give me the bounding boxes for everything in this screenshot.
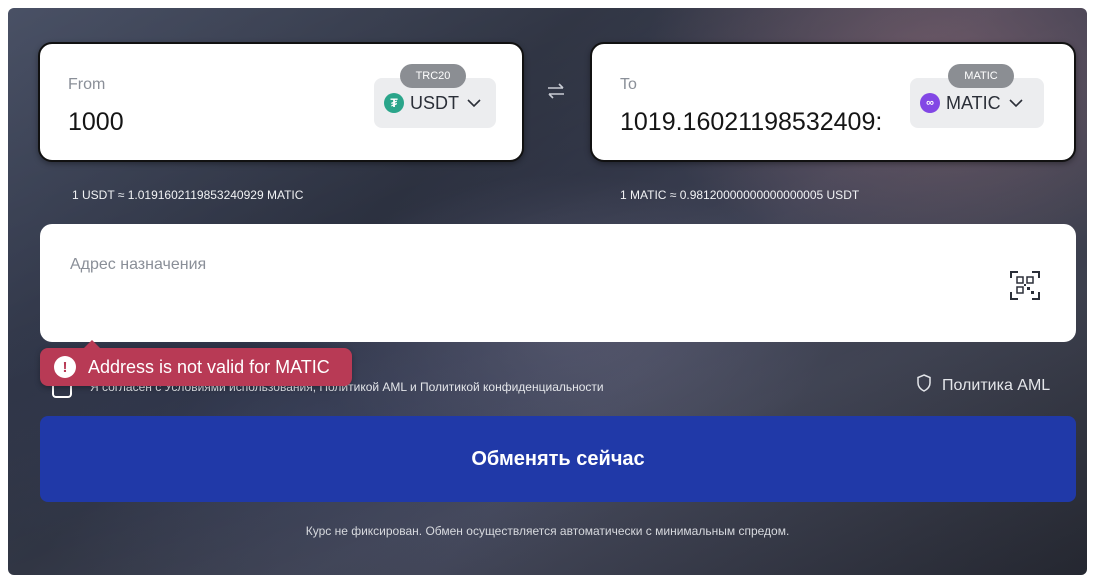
destination-address-field[interactable]: Адрес назначения (40, 224, 1076, 342)
chevron-down-icon (467, 95, 481, 111)
rate-disclaimer: Курс не фиксирован. Обмен осуществляется… (305, 524, 790, 538)
from-token-label: USDT (410, 92, 459, 113)
aml-policy-link[interactable]: Политика AML (916, 374, 1050, 397)
to-label: To (620, 76, 637, 93)
aml-policy-label: Политика AML (942, 376, 1051, 394)
chevron-down-icon (1009, 95, 1023, 111)
from-rate-text: 1 USDT ≈ 1.0191602119853240929 MATIC (72, 188, 304, 202)
to-rate-text: 1 MATIC ≈ 0.98120000000000000005 USDT (620, 188, 860, 202)
matic-coin-icon: ∞ (920, 93, 940, 113)
exchange-now-button[interactable]: Обменять сейчас (40, 416, 1076, 502)
address-error-tooltip: ! Address is not valid for MATIC (40, 340, 352, 386)
address-error-message: Address is not valid for MATIC (88, 356, 330, 377)
from-network-badge: TRC20 (400, 64, 466, 88)
qr-scan-icon[interactable] (1006, 266, 1044, 304)
to-amount-card: To 1019.16021198532409: ∞ MATIC MATIC (590, 42, 1076, 162)
shield-icon (916, 374, 932, 397)
from-amount-input[interactable]: 1000 (68, 108, 328, 137)
to-amount-output: 1019.16021198532409: (620, 108, 883, 136)
swap-direction-icon[interactable] (546, 82, 566, 105)
to-token-label: MATIC (946, 92, 1001, 113)
usdt-coin-icon: ₮ (384, 93, 404, 113)
address-placeholder: Адрес назначения (70, 256, 207, 273)
to-network-badge: MATIC (948, 64, 1014, 88)
from-amount-card: From 1000 ₮ USDT TRC20 (38, 42, 524, 162)
from-label: From (68, 76, 106, 93)
exchange-panel: From 1000 ₮ USDT TRC20 To 1019.160211985… (8, 8, 1087, 575)
error-icon: ! (54, 356, 76, 378)
